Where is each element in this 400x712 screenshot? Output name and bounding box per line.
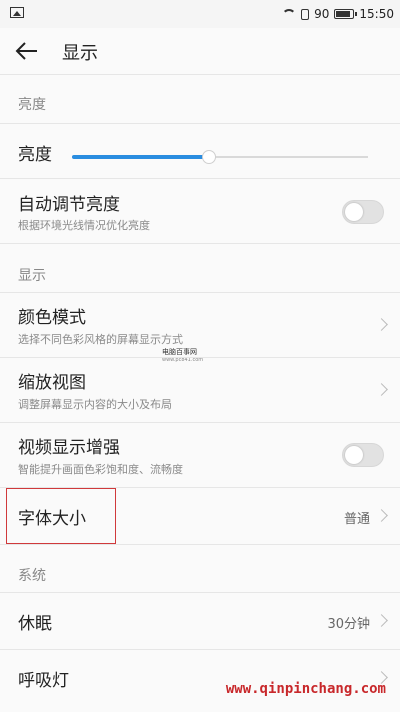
brightness-slider[interactable] bbox=[72, 150, 368, 164]
auto-brightness-subtitle: 根据环境光线情况优化亮度 bbox=[18, 219, 150, 232]
zoom-view-subtitle: 调整屏幕显示内容的大小及布局 bbox=[18, 398, 172, 411]
back-arrow-icon bbox=[15, 42, 37, 60]
sleep-row[interactable]: 休眠 30分钟 bbox=[0, 593, 400, 649]
sleep-title: 休眠 bbox=[18, 614, 52, 634]
color-mode-title: 颜色模式 bbox=[18, 308, 86, 328]
toggle-knob bbox=[345, 446, 363, 464]
divider bbox=[0, 243, 400, 244]
chevron-right-icon bbox=[375, 318, 388, 331]
battery-icon bbox=[334, 9, 358, 19]
breathing-light-row[interactable]: 呼吸灯 bbox=[0, 650, 400, 706]
video-enhance-row[interactable]: 视频显示增强 智能提升画面色彩饱和度、流畅度 bbox=[0, 423, 400, 487]
section-label-display: 显示 bbox=[18, 268, 46, 284]
font-size-row[interactable]: 字体大小 普通 bbox=[0, 488, 400, 544]
chevron-right-icon bbox=[375, 383, 388, 396]
watermark-url: www.qinpinchang.com bbox=[225, 681, 386, 697]
slider-thumb[interactable] bbox=[202, 150, 216, 164]
section-label-system: 系统 bbox=[18, 568, 46, 584]
slider-fill bbox=[72, 155, 209, 159]
status-bar: 90 15:50 bbox=[0, 0, 400, 28]
status-time: 15:50 bbox=[359, 7, 394, 21]
divider bbox=[0, 74, 400, 75]
app-header: 显示 bbox=[0, 28, 400, 74]
auto-brightness-title: 自动调节亮度 bbox=[18, 195, 120, 215]
page-title: 显示 bbox=[62, 43, 98, 64]
breathing-light-title: 呼吸灯 bbox=[18, 671, 69, 691]
toggle-knob bbox=[345, 203, 363, 221]
image-notification-icon bbox=[10, 7, 24, 18]
watermark-site-name: 电脑百事网 bbox=[162, 348, 197, 356]
zoom-view-title: 缩放视图 bbox=[18, 373, 86, 393]
video-enhance-toggle[interactable] bbox=[342, 443, 384, 467]
battery-level: 90 bbox=[314, 7, 330, 21]
chevron-right-icon bbox=[375, 614, 388, 627]
auto-brightness-toggle[interactable] bbox=[342, 200, 384, 224]
status-right: 90 15:50 bbox=[282, 5, 394, 23]
zoom-view-row[interactable]: 缩放视图 调整屏幕显示内容的大小及布局 bbox=[0, 358, 400, 422]
color-mode-subtitle: 选择不同色彩风格的屏幕显示方式 bbox=[18, 333, 183, 346]
chevron-right-icon bbox=[375, 509, 388, 522]
back-button[interactable] bbox=[14, 38, 40, 64]
font-size-title: 字体大小 bbox=[18, 509, 86, 529]
brightness-label: 亮度 bbox=[18, 145, 52, 165]
video-enhance-title: 视频显示增强 bbox=[18, 438, 120, 458]
section-label-brightness: 亮度 bbox=[18, 97, 46, 113]
auto-brightness-row[interactable]: 自动调节亮度 根据环境光线情况优化亮度 bbox=[0, 179, 400, 243]
sleep-value: 30分钟 bbox=[327, 617, 370, 632]
font-size-value: 普通 bbox=[343, 512, 370, 527]
video-enhance-subtitle: 智能提升画面色彩饱和度、流畅度 bbox=[18, 463, 183, 476]
divider bbox=[0, 544, 400, 545]
wifi-icon bbox=[282, 9, 297, 19]
phone-icon bbox=[301, 8, 310, 20]
